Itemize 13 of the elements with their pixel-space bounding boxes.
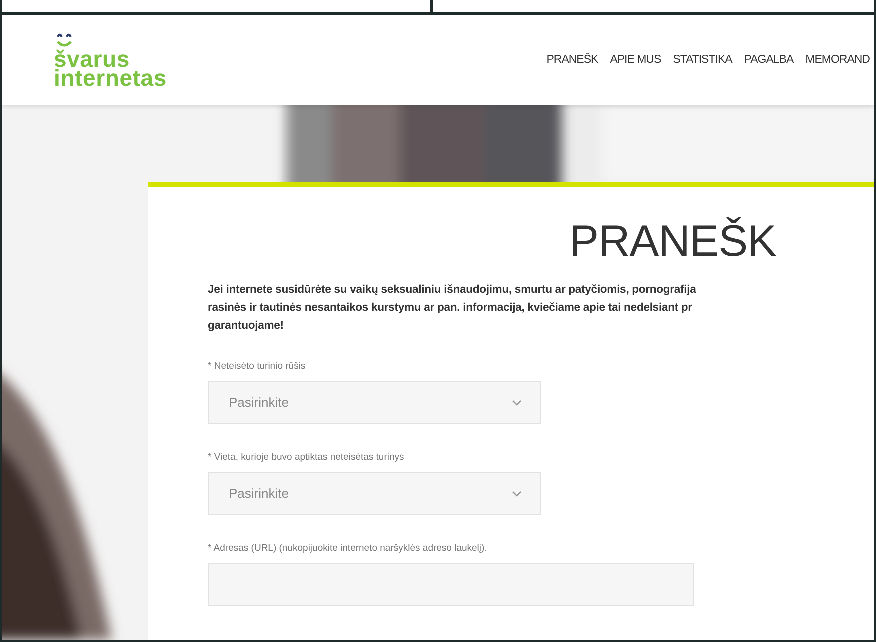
field-label: * Adresas (URL) (nukopijuokite interneto naršyklės adreso laukelį).	[208, 543, 488, 554]
field-label: * Neteisėto turinio rūšis	[208, 361, 307, 372]
nav-link[interactable]: STATISTIKA	[673, 54, 732, 66]
intro-paragraph: Jei internete susidūrėte su vaikų seksualiniu išnaudojimu, smurtu ar patyčiomis, pornografija rasinės ir tautinės nesantaikos kurstymu ar pan. informacija, kviečiame apie tai nedelsiant pr garantuojame!	[208, 283, 698, 334]
nav-link[interactable]: PRANEŠK	[546, 54, 598, 66]
nav-link[interactable]: APIE MUS	[610, 54, 662, 66]
field-label: * Vieta, kurioje buvo aptiktas neteisėtas turinys	[208, 452, 406, 463]
url-field[interactable]	[208, 563, 694, 606]
form-title: PRANEŠK	[568, 217, 778, 267]
chevron-icon	[512, 400, 522, 406]
chevron-icon	[512, 490, 522, 496]
nav-link[interactable]: PAGALBA	[744, 54, 794, 66]
nav-link[interactable]: MEMORAND	[806, 54, 870, 66]
